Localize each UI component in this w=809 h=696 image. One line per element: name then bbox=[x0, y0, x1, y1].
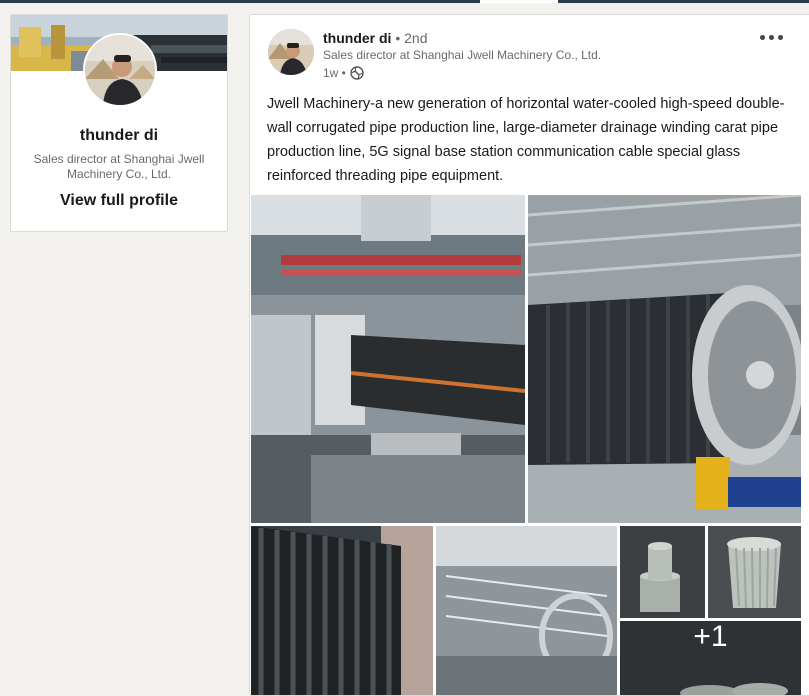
feed-post: thunder di • 2nd Sales director at Shang… bbox=[249, 14, 809, 696]
profile-card: thunder di Sales director at Shanghai Jw… bbox=[10, 14, 228, 232]
post-timestamp: 1w • bbox=[323, 66, 346, 80]
post-photo-1[interactable] bbox=[251, 195, 525, 523]
post-photo-2[interactable] bbox=[528, 195, 801, 523]
post-photo-4[interactable] bbox=[436, 526, 617, 695]
post-photo-6[interactable] bbox=[708, 526, 801, 618]
profile-avatar[interactable] bbox=[83, 33, 157, 107]
post-author-avatar[interactable] bbox=[268, 29, 314, 75]
profile-name[interactable]: thunder di bbox=[11, 127, 227, 145]
view-full-profile-link[interactable]: View full profile bbox=[11, 192, 227, 210]
post-body-text: Jwell Machinery-a new generation of hori… bbox=[267, 96, 785, 184]
more-images-count: +1 bbox=[693, 621, 728, 653]
post-photo-5[interactable] bbox=[620, 526, 705, 618]
top-navigation-bar bbox=[0, 0, 809, 3]
more-options-icon[interactable] bbox=[758, 25, 788, 47]
connection-degree: • 2nd bbox=[395, 30, 428, 46]
post-author-name[interactable]: thunder di bbox=[323, 30, 391, 46]
post-author-headline: Sales director at Shanghai Jwell Machine… bbox=[323, 48, 602, 62]
globe-icon bbox=[350, 66, 364, 80]
post-author-line: thunder di • 2nd bbox=[323, 30, 427, 46]
post-photo-3[interactable] bbox=[251, 526, 433, 695]
active-tab-indicator bbox=[480, 0, 558, 3]
profile-headline: Sales director at Shanghai Jwell Machine… bbox=[33, 152, 205, 181]
post-photo-more[interactable]: +1 bbox=[620, 621, 801, 695]
post-meta: 1w • bbox=[323, 66, 364, 80]
